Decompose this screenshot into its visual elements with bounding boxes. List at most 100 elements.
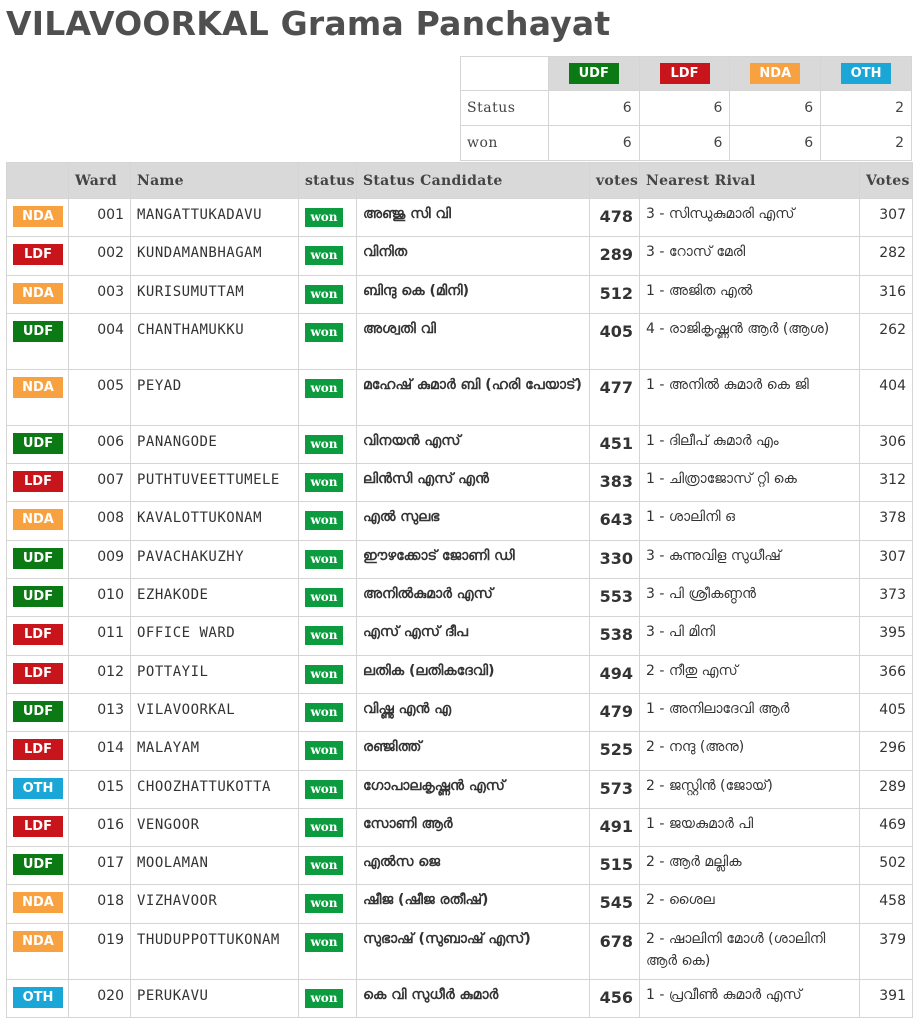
nearest-rival: 2 - ജസ്റ്റിൻ (ജോയ്) [639,769,860,809]
rival-votes: 296 [859,731,913,771]
winner-votes: 678 [589,922,640,980]
ward-name: MALAYAM [130,731,299,771]
ward-number: 014 [68,731,131,771]
winning-candidate: എൽ സുലഭ [356,501,590,541]
nearest-rival: 1 - ദിലീപ് കുമാർ എം [639,424,860,465]
winning-candidate: രഞ്ജിത്ത് [356,731,590,771]
rival-votes: 378 [859,501,913,541]
ward-row: OTH 015 CHOOZHATTUKOTTA won ഗോപാലകൃഷ്ണൻ എസ് 5… [6,769,913,809]
party-cell: NDA [6,368,69,426]
nearest-rival: 1 - അനിൽ കുമാർ കെ ജി [639,368,860,426]
winning-candidate: അഞ്ജു സി വി [356,197,590,238]
nearest-rival: 2 - നീതു എസ് [639,654,860,694]
ward-row: NDA 019 THUDUPPOTTUKONAM won സുഭാഷ് (സുബാഷ് … [6,922,913,980]
rival-votes: 312 [859,463,913,503]
summary-header-udf: UDF [547,56,640,91]
ward-name: PANANGODE [130,424,299,465]
summary-header-oth: OTH [820,56,912,91]
ward-name: EZHAKODE [130,578,299,618]
ward-row: NDA 018 VIZHAVOOR won ഷീജ (ഷീജ രതീഷ്) 545 2 - … [6,884,913,924]
party-cell: OTH [6,978,69,1019]
party-badge: LDF [13,471,63,493]
ward-row: UDF 010 EZHAKODE won അനിൽകുമാർ എസ് 553 3 - പി … [6,578,913,618]
party-cell: LDF [6,616,69,656]
summary-count: 6 [729,125,822,161]
ward-number: 013 [68,692,131,733]
party-cell: UDF [6,312,69,370]
status-cell: won [298,616,357,656]
ward-name: KURISUMUTTAM [130,274,299,314]
ward-number: 002 [68,236,131,276]
party-cell: UDF [6,578,69,618]
summary-corner-cell [460,56,549,91]
status-cell: won [298,539,357,580]
party-badge: OTH [13,986,63,1008]
ward-row: NDA 001 MANGATTUKADAVU won അഞ്ജു സി വി 478 3 -… [6,197,913,238]
ward-row: OTH 020 PERUKAVU won കെ വി സുധീർ കുമാർ 456 1 -… [6,978,913,1019]
nearest-rival: 1 - ശാലിനി ഒ [639,501,860,541]
winning-candidate: സുഭാഷ് (സുബാഷ് എസ്) [356,922,590,980]
party-badge: OTH [13,777,63,799]
ward-row: UDF 004 CHANTHAMUKKU won അശ്വതി വി 405 4 - രാജ… [6,312,913,370]
ward-name: PEYAD [130,368,299,426]
status-cell: won [298,654,357,694]
party-badge: UDF [13,547,63,569]
won-badge: won [305,473,343,493]
status-cell: won [298,978,357,1019]
column-header-rival: Nearest Rival [639,162,860,199]
won-badge: won [305,626,343,646]
rival-votes: 307 [859,539,913,580]
party-cell: LDF [6,731,69,771]
summary-header-ldf: LDF [638,56,731,91]
party-cell: LDF [6,807,69,848]
winner-votes: 515 [589,846,640,886]
rival-votes: 469 [859,807,913,848]
ward-number: 018 [68,884,131,924]
nearest-rival: 3 - സിന്ധുകുമാരി എസ് [639,197,860,238]
winning-candidate: ലതിക (ലതികദേവി) [356,654,590,694]
page-title: VILAVOORKAL Grama Panchayat [6,4,611,43]
ward-row: LDF 016 VENGOOR won സോണി ആർ 491 1 - ജയകുമാർ പി… [6,807,913,848]
rival-votes: 405 [859,692,913,733]
party-badge: NDA [13,206,63,227]
summary-row-label: Status [460,90,549,126]
column-header-rival-votes: Votes [859,162,913,199]
status-cell: won [298,236,357,276]
winner-votes: 383 [589,463,640,503]
ward-row: UDF 017 MOOLAMAN won എൽസ ജെ 515 2 - ആർ മല്ലിക 5… [6,846,913,886]
ward-row: UDF 013 VILAVOORKAL won വിഷ്ണു എൻ എ 479 1 - അന… [6,692,913,733]
winner-votes: 494 [589,654,640,694]
rival-votes: 366 [859,654,913,694]
party-badge: LDF [659,63,710,84]
party-cell: LDF [6,236,69,276]
column-header-name: Name [130,162,299,199]
status-cell: won [298,922,357,980]
winning-candidate: ഗോപാലകൃഷ്ണൻ എസ് [356,769,590,809]
status-cell: won [298,807,357,848]
party-badge: LDF [13,244,63,266]
winning-candidate: ഈഴക്കോട് ജോണി ഡി [356,539,590,580]
ward-name: THUDUPPOTTUKONAM [130,922,299,980]
winning-candidate: ബിന്ദു കെ (മിനി) [356,274,590,314]
ward-row: NDA 008 KAVALOTTUKONAM won എൽ സുലഭ 643 1 - ശാല… [6,501,913,541]
status-cell: won [298,731,357,771]
party-badge: UDF [568,63,619,84]
status-cell: won [298,274,357,314]
party-badge: LDF [13,624,63,646]
ward-name: OFFICE WARD [130,616,299,656]
ward-row: LDF 002 KUNDAMANBHAGAM won വിനിത 289 3 - റോസ് … [6,236,913,276]
won-badge: won [305,664,343,684]
summary-header-row: UDF LDF NDA OTH [460,56,912,91]
ward-row: LDF 007 PUTHTUVEETTUMELE won ലിൻസി എസ് എൻ 383… [6,463,913,503]
summary-count: 6 [638,90,731,126]
ward-number: 017 [68,846,131,886]
won-badge: won [305,779,343,799]
winner-votes: 477 [589,368,640,426]
party-cell: LDF [6,463,69,503]
ward-name: MANGATTUKADAVU [130,197,299,238]
winning-candidate: ഷീജ (ഷീജ രതീഷ്) [356,884,590,924]
ward-row: NDA 003 KURISUMUTTAM won ബിന്ദു കെ (മിനി) 512… [6,274,913,314]
ward-name: CHANTHAMUKKU [130,312,299,370]
rival-votes: 395 [859,616,913,656]
rival-votes: 458 [859,884,913,924]
